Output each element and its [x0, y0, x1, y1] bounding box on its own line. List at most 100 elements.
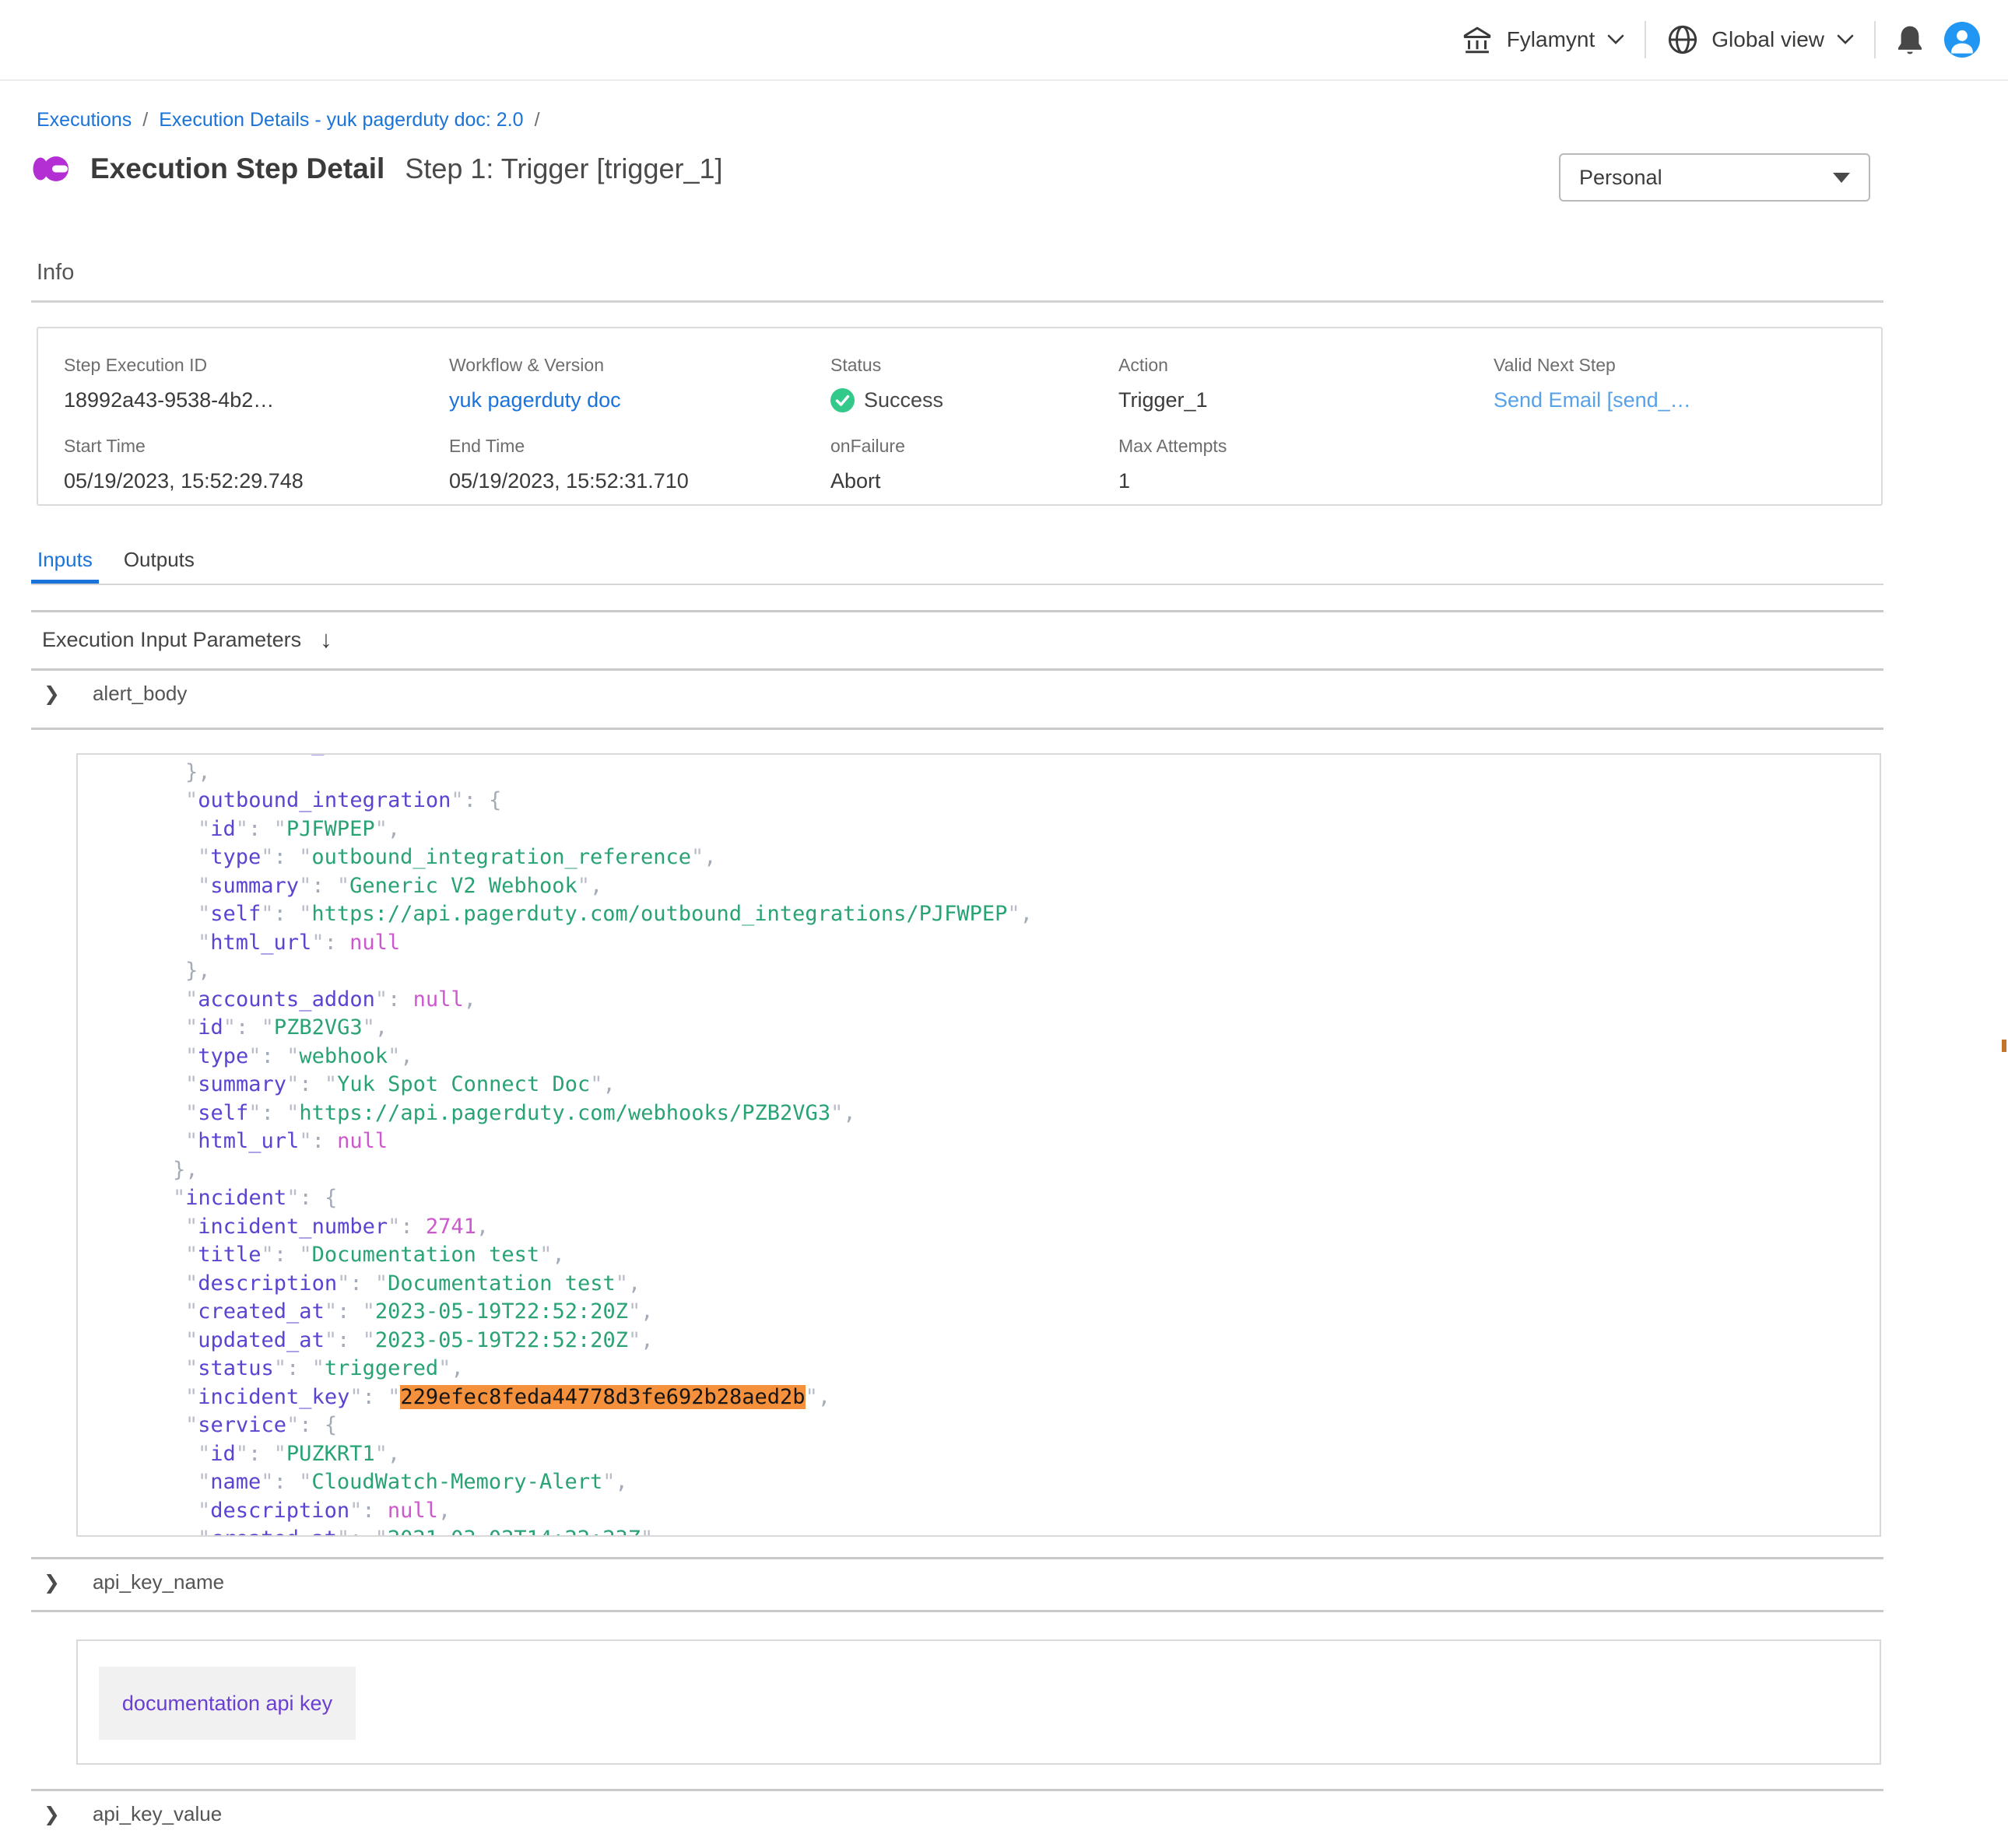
- code-line: "description": "Documentation test",: [78, 1270, 1880, 1299]
- expander-api-key-value[interactable]: ❯ api_key_value: [44, 1802, 222, 1826]
- header-divider: [1874, 21, 1876, 58]
- org-switcher[interactable]: Fylamynt: [1460, 23, 1625, 56]
- header-divider: [1645, 21, 1646, 58]
- divider: [31, 668, 1883, 671]
- divider: [31, 728, 1883, 730]
- field-workflow-version: Workflow & Version yuk pagerduty doc: [449, 355, 830, 412]
- divider: [31, 1557, 1883, 1559]
- bank-icon: [1460, 23, 1494, 56]
- api-key-name-chip: documentation api key: [99, 1667, 356, 1740]
- code-line: "incident": {: [78, 1184, 1880, 1213]
- caret-down-icon: [1833, 173, 1850, 183]
- next-step-link[interactable]: Send Email [send_…: [1494, 388, 1881, 412]
- view-name: Global view: [1711, 27, 1824, 52]
- code-line: },: [78, 1156, 1880, 1185]
- code-line: "self": "https://api.pagerduty.com/webho…: [78, 1099, 1880, 1128]
- code-line: "incident_number": 2741,: [78, 1213, 1880, 1242]
- code-line: "name": "CloudWatch-Memory-Alert",: [78, 1468, 1880, 1497]
- field-label: Workflow & Version: [449, 355, 830, 376]
- code-line: "html_url": null: [78, 929, 1880, 958]
- tabbar: Inputs Outputs: [31, 539, 1883, 585]
- code-line: "id": "PUZKRT1",: [78, 1440, 1880, 1469]
- field-valid-next-step: Valid Next Step Send Email [send_…: [1494, 355, 1881, 412]
- code-line: "status": "triggered",: [78, 1355, 1880, 1383]
- download-icon[interactable]: ↓: [320, 626, 332, 654]
- title-row: Execution Step Detail Step 1: Trigger [t…: [31, 149, 723, 188]
- notifications-button[interactable]: [1896, 23, 1924, 56]
- code-line: "title": "Documentation test",: [78, 1241, 1880, 1270]
- status-text: Success: [864, 388, 943, 412]
- field-start-time: Start Time 05/19/2023, 15:52:29.748: [64, 436, 449, 493]
- field-step-execution-id: Step Execution ID 18992a43-9538-4b2…: [64, 355, 449, 412]
- code-line: "self": "https://api.pagerduty.com/outbo…: [78, 900, 1880, 929]
- field-onfailure: onFailure Abort: [830, 436, 1118, 493]
- page-subtitle: Step 1: Trigger [trigger_1]: [405, 153, 722, 185]
- status-badge: Success: [830, 388, 1118, 412]
- code-line: "summary": "Yuk Spot Connect Doc",: [78, 1071, 1880, 1099]
- expander-label: alert_body: [93, 682, 187, 706]
- field-label: Step Execution ID: [64, 355, 449, 376]
- code-line: },: [78, 759, 1880, 787]
- divider: [31, 300, 1883, 303]
- page-title: Execution Step Detail: [90, 153, 384, 185]
- code-line: "type": "outbound_integration_reference"…: [78, 843, 1880, 872]
- code-line: "type": "webhook",: [78, 1043, 1880, 1071]
- page: Fylamynt Global view: [0, 0, 2008, 1848]
- info-heading: Info: [37, 260, 74, 286]
- fylamynt-logo-icon: [31, 149, 73, 188]
- divider: [31, 1610, 1883, 1612]
- tab-inputs[interactable]: Inputs: [31, 539, 99, 584]
- code-line: "created_at": "2023-05-19T22:52:20Z",: [78, 1298, 1880, 1327]
- field-status: Status Success: [830, 355, 1118, 412]
- field-max-attempts: Max Attempts 1: [1118, 436, 1494, 493]
- scope-select-value: Personal: [1579, 166, 1662, 190]
- breadcrumb: Executions / Execution Details - yuk pag…: [37, 109, 551, 131]
- step-execution-id-value: 18992a43-9538-4b2…: [64, 388, 449, 412]
- field-label: Valid Next Step: [1494, 355, 1881, 376]
- expander-api-key-name[interactable]: ❯ api_key_name: [44, 1570, 224, 1594]
- workflow-link[interactable]: yuk pagerduty doc: [449, 388, 830, 412]
- chevron-right-icon: ❯: [44, 682, 60, 706]
- end-time-value: 05/19/2023, 15:52:31.710: [449, 469, 830, 493]
- code-line: "created_at": "2021-03-02T14:22:23Z",: [78, 1525, 1880, 1537]
- org-name: Fylamynt: [1507, 27, 1596, 52]
- divider: [31, 610, 1883, 612]
- user-avatar[interactable]: [1944, 22, 1980, 58]
- top-header: Fylamynt Global view: [0, 0, 2008, 81]
- chevron-down-icon: [1837, 34, 1854, 45]
- breadcrumb-separator: /: [132, 109, 159, 131]
- breadcrumb-link-executions[interactable]: Executions: [37, 109, 132, 131]
- field-label: Status: [830, 355, 1118, 376]
- scrollbar-highlight-marker: [2002, 1040, 2006, 1052]
- field-label: Max Attempts: [1118, 436, 1494, 457]
- breadcrumb-separator: /: [524, 109, 551, 131]
- field-label: Action: [1118, 355, 1494, 376]
- code-line: "id": "PJFWPEP",: [78, 815, 1880, 844]
- tab-outputs[interactable]: Outputs: [118, 539, 201, 584]
- chevron-down-icon: [1607, 34, 1624, 45]
- chevron-right-icon: ❯: [44, 1803, 60, 1826]
- section-title: Execution Input Parameters: [42, 628, 301, 652]
- chevron-right-icon: ❯: [44, 1571, 60, 1594]
- scope-select[interactable]: Personal: [1559, 153, 1870, 202]
- bell-icon: [1896, 23, 1924, 56]
- code-line: "html_url": null: [78, 1127, 1880, 1156]
- max-attempts-value: 1: [1118, 469, 1494, 493]
- code-line: "updated_at": "2023-05-19T22:52:20Z",: [78, 1327, 1880, 1355]
- success-check-icon: [830, 388, 855, 412]
- expander-alert-body[interactable]: ❯ alert_body: [44, 682, 187, 706]
- action-value: Trigger_1: [1118, 388, 1494, 412]
- person-icon: [1944, 22, 1980, 58]
- breadcrumb-link-execution-details[interactable]: Execution Details - yuk pagerduty doc: 2…: [159, 109, 523, 131]
- field-label: End Time: [449, 436, 830, 457]
- api-key-name-box: documentation api key: [76, 1639, 1881, 1765]
- field-label: Start Time: [64, 436, 449, 457]
- alert-body-json-viewer[interactable]: "endpoint_url": "https://events.pagerdut…: [76, 753, 1881, 1537]
- start-time-value: 05/19/2023, 15:52:29.748: [64, 469, 449, 493]
- divider: [31, 1789, 1883, 1791]
- code-line: "incident_key": "229efec8feda44778d3fe69…: [78, 1383, 1880, 1412]
- expander-label: api_key_name: [93, 1570, 224, 1594]
- code-content: "endpoint_url": "https://events.pagerdut…: [78, 753, 1880, 1537]
- code-line: "description": null,: [78, 1497, 1880, 1526]
- view-switcher[interactable]: Global view: [1666, 23, 1854, 56]
